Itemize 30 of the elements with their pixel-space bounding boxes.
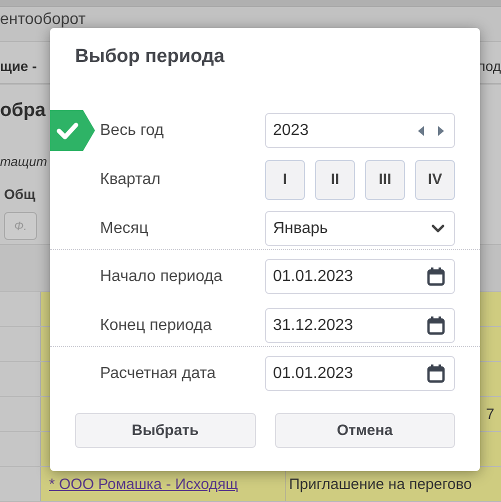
calendar-icon[interactable] (427, 364, 445, 383)
document-link[interactable]: * ООО Ромашка - Исходящ (49, 476, 238, 493)
quarter-button[interactable]: I (265, 160, 305, 200)
quarter-button[interactable]: II (315, 160, 355, 200)
select-button[interactable]: Выбрать (75, 413, 256, 448)
quarter-button[interactable]: III (365, 160, 405, 200)
field-label: Конец периода (100, 316, 212, 334)
field-label: Начало периода (100, 268, 222, 286)
chevron-down-icon[interactable] (431, 224, 445, 233)
app-title: ентооборот (0, 10, 86, 28)
field-label: Месяц (100, 220, 148, 238)
month-dropdown[interactable]: Январь (265, 211, 455, 246)
cancel-button[interactable]: Отмена (274, 413, 455, 448)
dialog-title: Выбор периода (75, 46, 226, 69)
quarter-button[interactable]: IV (415, 160, 455, 200)
column-header: Общ (4, 186, 36, 202)
date-field[interactable]: 01.01.2023 (265, 356, 455, 391)
subtitle: тащит (0, 154, 48, 170)
field-label: Весь год (100, 122, 164, 140)
year-field[interactable]: 2023 (265, 113, 455, 148)
field-label: Расчетная дата (100, 364, 216, 382)
next-arrow-icon[interactable] (437, 124, 445, 136)
calendar-icon[interactable] (427, 267, 445, 286)
field-label: Квартал (100, 170, 160, 188)
calendar-icon[interactable] (427, 316, 445, 335)
previous-arrow-icon[interactable] (417, 124, 425, 136)
page-heading: обра (0, 100, 46, 122)
date-field[interactable]: 01.01.2023 (265, 259, 455, 294)
tab[interactable]: щие - (0, 58, 41, 74)
date-field[interactable]: 31.12.2023 (265, 308, 455, 343)
